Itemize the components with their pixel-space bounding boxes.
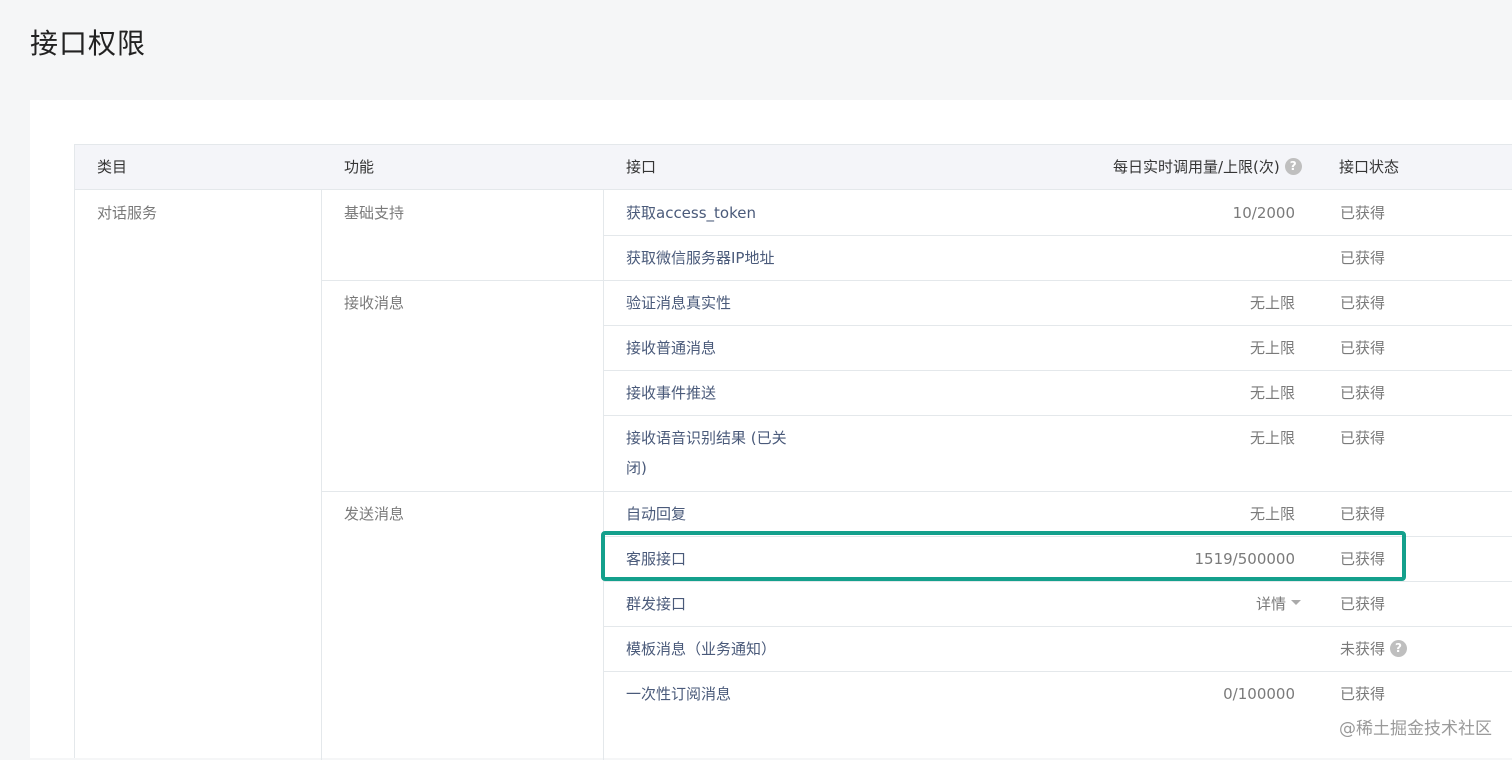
header-interface: 接口 <box>626 158 657 176</box>
divider <box>603 325 1512 326</box>
status-value: 已获得 <box>1340 294 1386 312</box>
header-function: 功能 <box>344 158 375 176</box>
divider <box>321 491 1512 492</box>
question-circle-icon[interactable]: ? <box>1284 158 1302 175</box>
status-value: 已获得 <box>1340 249 1386 267</box>
divider <box>603 370 1512 371</box>
question-circle-icon[interactable]: ? <box>1390 640 1408 657</box>
interface-link[interactable]: 获取access_token <box>626 198 756 228</box>
interface-link[interactable]: 获取微信服务器IP地址 <box>626 243 774 273</box>
details-dropdown[interactable]: 详情 <box>1075 589 1301 619</box>
status-value: 已获得 <box>1340 429 1386 447</box>
details-label: 详情 <box>1255 595 1286 613</box>
status-label: 未获得 <box>1340 640 1386 658</box>
interface-link[interactable]: 自动回复 <box>626 499 686 529</box>
divider <box>603 581 1512 582</box>
permissions-table: 类目 功能 接口 每日实时调用量/上限(次)? 接口状态 对话服务 基础支持 接… <box>74 144 1512 760</box>
divider <box>603 190 604 760</box>
interface-link-line-1: 接收语音识别结果 (已关 <box>626 429 787 447</box>
usage-value: 无上限 <box>1249 294 1295 312</box>
status-value: 已获得 <box>1340 505 1386 523</box>
usage-value: 无上限 <box>1249 429 1295 447</box>
divider <box>603 235 1512 236</box>
interface-link[interactable]: 接收事件推送 <box>626 378 716 408</box>
table-header: 类目 功能 接口 每日实时调用量/上限(次)? 接口状态 <box>75 145 1512 190</box>
usage-value: 10/2000 <box>1232 204 1295 222</box>
highlight-box <box>601 531 1406 581</box>
interface-link[interactable]: 接收语音识别结果 (已关 闭) <box>626 423 787 483</box>
interface-link[interactable]: 验证消息真实性 <box>626 288 731 318</box>
category-cell: 对话服务 <box>97 204 158 222</box>
caret-down-icon <box>1291 600 1301 605</box>
usage-value: 无上限 <box>1249 505 1295 523</box>
interface-link[interactable]: 一次性订阅消息 <box>626 679 731 709</box>
interface-link[interactable]: 群发接口 <box>626 589 686 619</box>
header-category: 类目 <box>97 158 128 176</box>
interface-link-line-2: 闭) <box>626 459 647 477</box>
status-value: 未获得? <box>1340 634 1408 664</box>
watermark: @稀土掘金技术社区 <box>1339 719 1492 739</box>
interface-link[interactable]: 接收普通消息 <box>626 333 716 363</box>
usage-value: 0/100000 <box>1223 685 1295 703</box>
usage-value: 无上限 <box>1249 384 1295 402</box>
page-title: 接口权限 <box>30 27 147 60</box>
interface-link[interactable]: 模板消息（业务通知） <box>626 634 776 664</box>
divider <box>321 280 1512 281</box>
status-value: 已获得 <box>1340 595 1386 613</box>
usage-value: 无上限 <box>1249 339 1295 357</box>
divider <box>321 190 322 760</box>
status-value: 已获得 <box>1340 384 1386 402</box>
header-status: 接口状态 <box>1339 158 1400 176</box>
group-send-message: 发送消息 <box>344 505 405 523</box>
divider <box>603 671 1512 672</box>
divider <box>603 415 1512 416</box>
status-value: 已获得 <box>1340 685 1386 703</box>
group-receive-message: 接收消息 <box>344 294 405 312</box>
status-value: 已获得 <box>1340 339 1386 357</box>
divider <box>603 626 1512 627</box>
status-value: 已获得 <box>1340 204 1386 222</box>
header-usage: 每日实时调用量/上限(次)? <box>1113 145 1302 190</box>
group-basic-support: 基础支持 <box>344 204 405 222</box>
header-usage-label: 每日实时调用量/上限(次) <box>1113 158 1280 176</box>
